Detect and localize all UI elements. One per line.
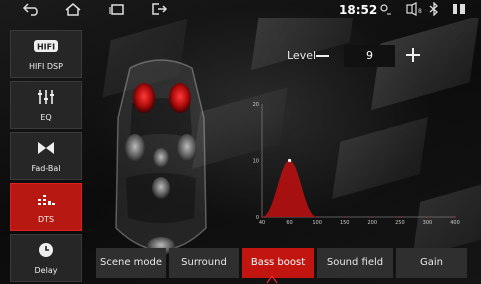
fader-bowtie-icon: [11, 140, 81, 156]
recents-icon[interactable]: [108, 2, 126, 16]
dts-bars-icon: [11, 191, 81, 207]
clock-icon: [11, 242, 81, 258]
sidebar-item-label: HIFI DSP: [29, 62, 63, 71]
level-increase-button[interactable]: [406, 48, 420, 62]
data-point: [261, 216, 263, 218]
x-tick-label: 100: [312, 220, 322, 226]
bass-boost-chart: 2010040 60 100 150 200 250 300 400: [253, 102, 460, 226]
sidebar-item-label: Delay: [34, 266, 58, 275]
y-tick-label: 20: [253, 102, 259, 108]
bass-boost-curve-area: [262, 160, 455, 217]
x-tick-label: 150: [340, 220, 350, 226]
back-icon[interactable]: [22, 2, 40, 16]
svg-text:8: 8: [418, 8, 422, 15]
x-tick-label: 200: [368, 220, 378, 226]
tab-scene-mode[interactable]: Scene mode: [96, 248, 166, 278]
data-point: [454, 216, 456, 218]
data-point: [343, 216, 346, 218]
tab-sound-field-focus[interactable]: Sound field focus: [317, 248, 393, 278]
sidebar: HIFI HIFI DSP EQ Fad-Bal DTS Delay: [10, 30, 82, 282]
sidebar-item-fad-bal[interactable]: Fad-Bal: [10, 132, 82, 180]
exit-icon[interactable]: [150, 2, 172, 16]
data-point: [426, 216, 429, 218]
sidebar-item-label: EQ: [40, 113, 52, 122]
battery-icon: [453, 4, 465, 14]
car-speaker-illustration: [115, 59, 207, 255]
data-point: [287, 158, 292, 163]
level-decrease-button[interactable]: [316, 55, 329, 57]
hifi-badge-icon: HIFI: [11, 38, 81, 54]
sidebar-item-dts[interactable]: DTS: [10, 183, 82, 231]
sidebar-item-hifi-dsp[interactable]: HIFI HIFI DSP: [10, 30, 82, 78]
x-tick-label: 400: [450, 220, 460, 226]
x-tick-label: 40: [259, 220, 265, 226]
sidebar-item-eq[interactable]: EQ: [10, 81, 82, 129]
svg-text:HIFI: HIFI: [37, 43, 55, 52]
status-bar: 18:52 8: [0, 0, 481, 20]
data-point: [399, 216, 401, 218]
sidebar-item-label: Fad-Bal: [31, 164, 61, 173]
sidebar-item-label: DTS: [37, 215, 55, 224]
x-tick-label: 300: [423, 220, 433, 226]
data-point: [316, 216, 318, 218]
x-tick-label: 250: [395, 220, 405, 226]
tab-gain[interactable]: Gain: [396, 248, 467, 278]
y-tick-label: 10: [253, 159, 259, 165]
level-label: Level: [287, 49, 317, 62]
eq-sliders-icon: [11, 89, 81, 105]
location-icon: [380, 4, 391, 15]
data-point: [371, 216, 374, 218]
sidebar-item-delay[interactable]: Delay: [10, 234, 82, 282]
volume-icon: 8: [406, 2, 422, 16]
touch-cursor-icon: [266, 275, 278, 284]
home-icon[interactable]: [64, 2, 82, 16]
clock-time: 18:52: [339, 3, 378, 17]
tab-surround-mode[interactable]: Surround mode: [169, 248, 239, 278]
level-value: 9: [344, 45, 395, 67]
dsp-screen: 18:52 8 HIFI HIFI DSP EQ Fad-Bal DTS Del…: [0, 0, 481, 284]
x-tick-label: 60: [286, 220, 292, 226]
bluetooth-icon: [429, 2, 438, 16]
tab-bass-boost[interactable]: Bass boost: [242, 248, 314, 278]
